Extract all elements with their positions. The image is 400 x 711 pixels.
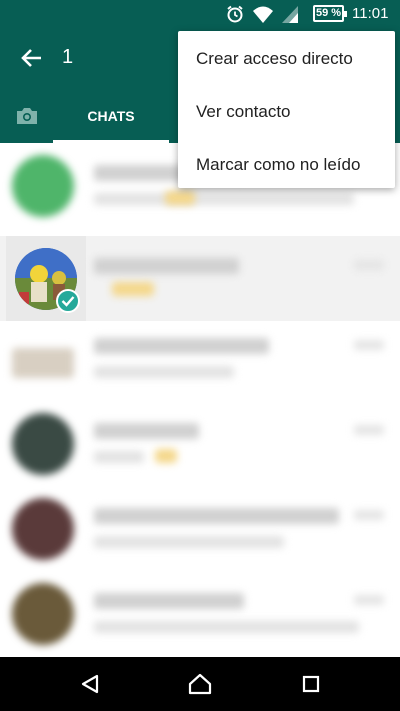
chat-name-placeholder (94, 338, 269, 354)
menu-item-ver-contacto[interactable]: Ver contacto (178, 86, 395, 138)
status-bar: 59 % 11:01 (0, 0, 400, 28)
selected-count: 1 (62, 46, 74, 68)
back-triangle-icon[interactable] (76, 670, 104, 698)
check-icon (56, 289, 80, 313)
tab-chats[interactable]: CHATS (53, 88, 169, 143)
list-item[interactable] (0, 316, 400, 401)
chat-preview-placeholder (94, 366, 234, 378)
list-item[interactable] (0, 486, 400, 571)
time-placeholder (354, 595, 384, 605)
chat-name-placeholder (94, 593, 244, 609)
chat-name-placeholder (94, 258, 239, 274)
emoji-placeholder (155, 449, 177, 463)
avatar (12, 155, 74, 217)
time-placeholder (354, 425, 384, 435)
menu-item-crear-acceso-directo[interactable]: Crear acceso directo (178, 33, 395, 85)
emoji-placeholder (165, 191, 195, 205)
time-placeholder (354, 510, 384, 520)
chat-preview-placeholder (94, 451, 144, 463)
back-arrow-icon[interactable] (14, 40, 50, 76)
wifi-icon (252, 4, 274, 29)
chat-name-placeholder (94, 423, 199, 439)
chat-preview-placeholder (94, 536, 284, 548)
home-icon[interactable] (186, 670, 214, 698)
time-placeholder (354, 340, 384, 350)
navigation-bar (0, 657, 400, 711)
chat-preview-placeholder (94, 193, 354, 205)
avatar (12, 348, 74, 378)
chat-list (0, 143, 400, 657)
clock: 11:01 (352, 5, 389, 22)
avatar (12, 413, 74, 475)
camera-icon[interactable] (10, 102, 44, 130)
avatar (12, 583, 74, 645)
list-item-selected[interactable] (0, 236, 400, 321)
recents-icon[interactable] (297, 670, 325, 698)
menu-item-marcar-no-leido[interactable]: Marcar como no leído (178, 139, 395, 191)
list-item[interactable] (0, 571, 400, 656)
time-placeholder (354, 260, 384, 270)
avatar (12, 498, 74, 560)
overflow-menu: Crear acceso directo Ver contacto Marcar… (178, 31, 395, 188)
signal-icon (281, 4, 299, 29)
battery-icon: 59 % (313, 5, 347, 22)
emoji-placeholder (112, 282, 154, 296)
alarm-icon (225, 4, 245, 29)
list-item[interactable] (0, 401, 400, 486)
chat-name-placeholder (94, 508, 339, 524)
chat-preview-placeholder (94, 621, 359, 633)
